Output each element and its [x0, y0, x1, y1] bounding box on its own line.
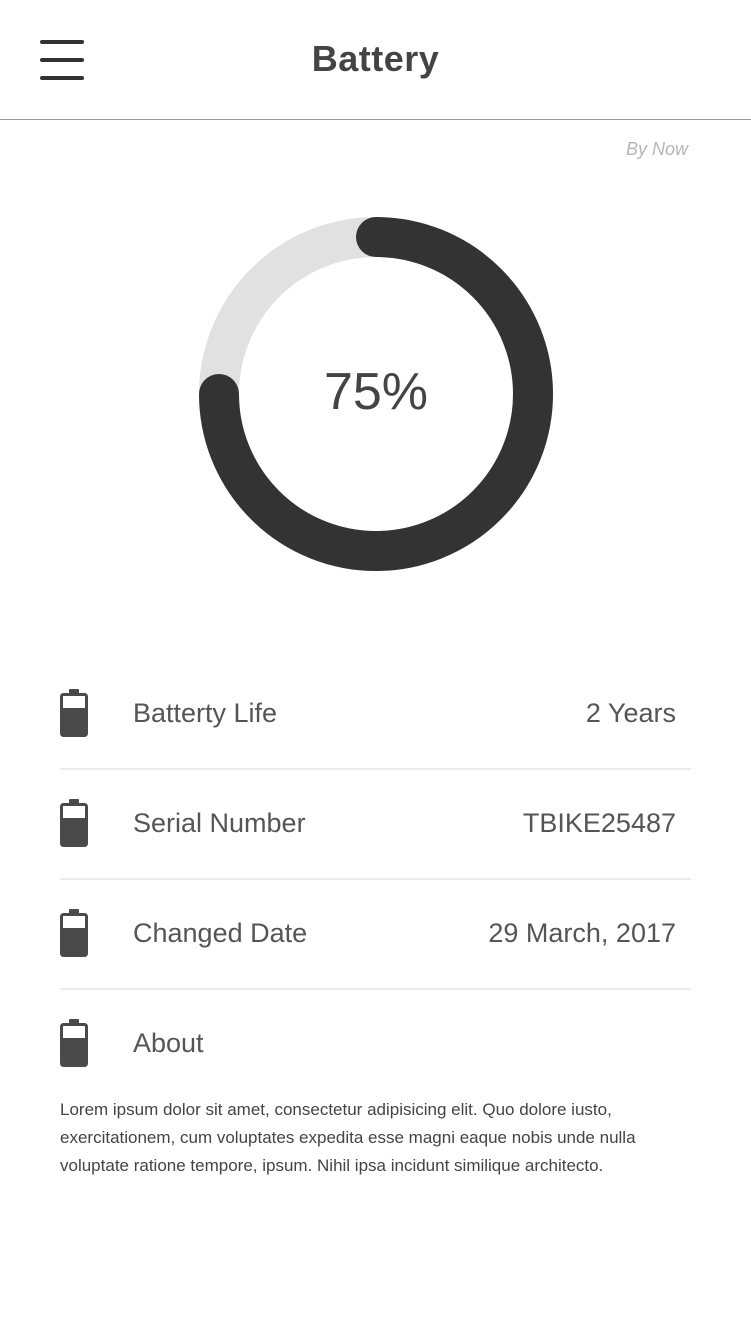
- battery-icon: [60, 909, 88, 957]
- battery-gauge: 75%: [199, 217, 553, 571]
- info-label: About: [133, 1028, 204, 1058]
- info-row-changed-date: Changed Date 29 March, 2017: [60, 880, 691, 990]
- info-label: Changed Date: [133, 918, 308, 948]
- battery-icon: [60, 799, 88, 847]
- battery-info-list: Batterty Life 2 Years Serial Number TBIK…: [60, 660, 691, 1100]
- info-label: Batterty Life: [133, 698, 278, 728]
- info-row-battery-life: Batterty Life 2 Years: [60, 660, 691, 770]
- info-row-about: About: [60, 990, 691, 1100]
- gauge-percent-label: 75%: [323, 363, 429, 421]
- app-header: Battery: [0, 0, 751, 120]
- info-row-serial-number: Serial Number TBIKE25487: [60, 770, 691, 880]
- battery-icon: [60, 1019, 88, 1067]
- info-value: TBIKE25487: [522, 808, 676, 838]
- about-description: Lorem ipsum dolor sit amet, consectetur …: [60, 1100, 636, 1175]
- info-label: Serial Number: [133, 808, 306, 838]
- battery-icon: [60, 689, 88, 737]
- info-value: 2 Years: [585, 698, 676, 728]
- info-value: 29 March, 2017: [488, 918, 676, 948]
- gauge-caption: By Now: [625, 139, 688, 159]
- page-title: Battery: [311, 38, 440, 79]
